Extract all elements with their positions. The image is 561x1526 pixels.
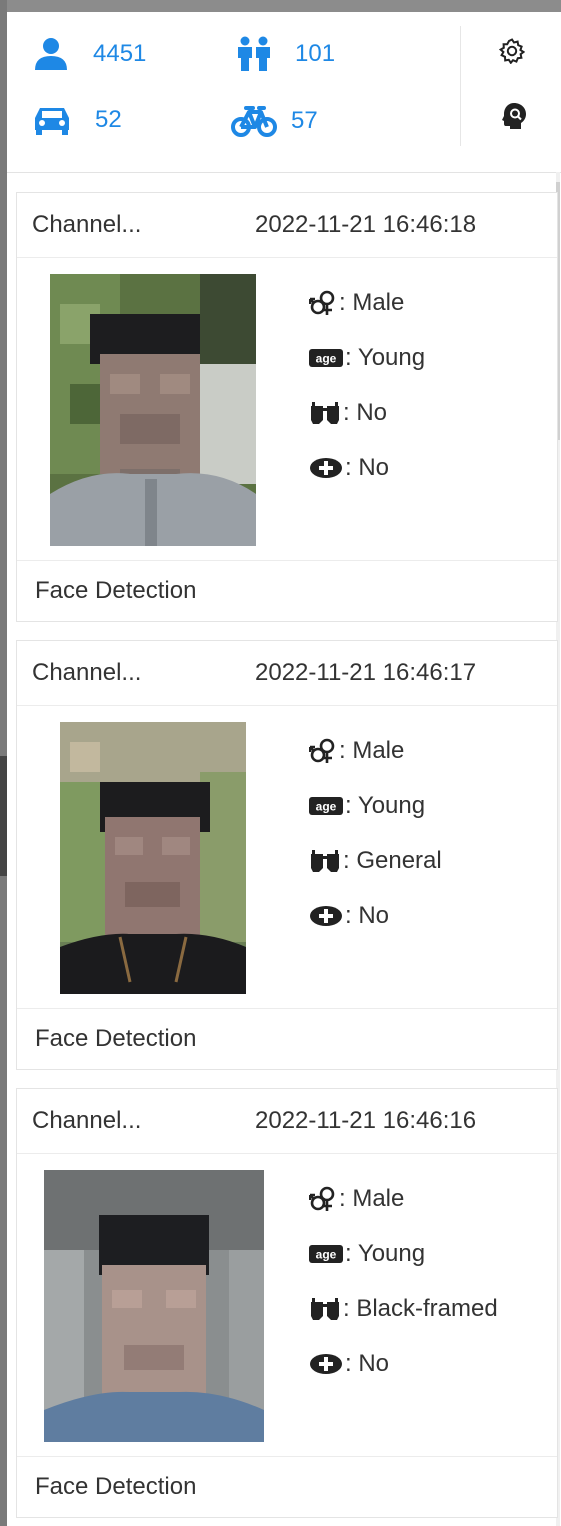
mask-attribute: : No (309, 452, 389, 484)
age-attribute: age : Young (309, 342, 425, 374)
face-detection-panel: 4451 101 52 57 Channel... 2022-11-21 16:… (7, 12, 561, 1526)
mask-icon (310, 458, 342, 478)
detection-card[interactable]: Channel... 2022-11-21 16:46:18: Male ag… (16, 192, 558, 622)
svg-text:age: age (316, 352, 337, 366)
glasses-icon (311, 850, 339, 872)
card-header: Channel... 2022-11-21 16:46:17 (17, 641, 557, 706)
gender-attribute: : Male (309, 1183, 404, 1215)
glasses-value: : No (343, 399, 388, 426)
glasses-icon (311, 1298, 339, 1320)
channel-name: Channel... (32, 1107, 142, 1134)
mask-value: : No (345, 1350, 390, 1377)
mask-value: : No (345, 454, 390, 481)
age-value: : Young (345, 1240, 426, 1267)
vehicle-count: 52 (95, 106, 122, 133)
card-header: Channel... 2022-11-21 16:46:18 (17, 193, 557, 258)
person-icon (35, 38, 67, 70)
svg-text:age: age (316, 800, 337, 814)
glasses-attribute: : Black-framed (309, 1293, 498, 1325)
card-header: Channel... 2022-11-21 16:46:16 (17, 1089, 557, 1154)
age-icon: age (309, 1245, 343, 1263)
crowd-icon (238, 36, 270, 71)
stats-divider (460, 26, 461, 146)
age-attribute: age : Young (309, 1238, 425, 1270)
glasses-icon (311, 402, 339, 424)
gender-attribute: : Male (309, 735, 404, 767)
detection-type: Face Detection (35, 1025, 197, 1052)
svg-text:age: age (316, 1248, 337, 1262)
capture-timestamp: 2022-11-21 16:46:18 (255, 211, 477, 238)
gender-attribute: : Male (309, 287, 404, 319)
card-footer: Face Detection (17, 560, 557, 621)
face-snapshot[interactable] (50, 274, 256, 546)
detection-card[interactable]: Channel... 2022-11-21 16:46:17: Male ag… (16, 640, 558, 1070)
person-count: 4451 (93, 40, 147, 67)
face-image (44, 1170, 264, 1442)
crowd-count: 101 (295, 40, 336, 67)
glasses-value: : General (343, 847, 442, 874)
face-image (50, 274, 256, 546)
mask-attribute: : No (309, 1348, 389, 1380)
age-value: : Young (345, 344, 426, 371)
crowd-stat[interactable]: 101 (237, 36, 335, 72)
gender-icon (309, 290, 335, 315)
face-image (60, 722, 246, 994)
window-top-border (0, 0, 561, 12)
gender-value: : Male (339, 289, 405, 316)
face-snapshot[interactable] (60, 722, 246, 994)
mask-icon (310, 906, 342, 926)
detection-type: Face Detection (35, 1473, 197, 1500)
detection-card[interactable]: Channel... 2022-11-21 16:46:16: Male ag… (16, 1088, 558, 1518)
card-footer: Face Detection (17, 1008, 557, 1069)
gender-icon (309, 1186, 335, 1211)
detection-type: Face Detection (35, 577, 197, 604)
glasses-attribute: : General (309, 845, 442, 877)
gender-value: : Male (339, 737, 405, 764)
mask-icon (310, 1354, 342, 1374)
bicycle-icon (231, 106, 277, 137)
face-snapshot[interactable] (44, 1170, 264, 1442)
glasses-value: : Black-framed (343, 1295, 498, 1322)
age-icon: age (309, 349, 343, 367)
mask-attribute: : No (309, 900, 389, 932)
gender-value: : Male (339, 1185, 405, 1212)
bike-count: 57 (291, 107, 318, 134)
gender-icon (309, 738, 335, 763)
age-attribute: age : Young (309, 790, 425, 822)
car-icon (35, 108, 69, 135)
face-search-icon[interactable] (501, 102, 527, 130)
age-icon: age (309, 797, 343, 815)
card-footer: Face Detection (17, 1456, 557, 1517)
person-stat[interactable]: 4451 (33, 36, 146, 72)
gear-icon[interactable] (499, 38, 525, 64)
stats-header: 4451 101 52 57 (7, 12, 561, 173)
capture-timestamp: 2022-11-21 16:46:17 (255, 659, 477, 686)
channel-name: Channel... (32, 211, 142, 238)
channel-name: Channel... (32, 659, 142, 686)
vehicle-stat[interactable]: 52 (33, 104, 122, 136)
age-value: : Young (345, 792, 426, 819)
capture-timestamp: 2022-11-21 16:46:16 (255, 1107, 477, 1134)
glasses-attribute: : No (309, 397, 387, 429)
mask-value: : No (345, 902, 390, 929)
bike-stat[interactable]: 57 (231, 104, 318, 138)
